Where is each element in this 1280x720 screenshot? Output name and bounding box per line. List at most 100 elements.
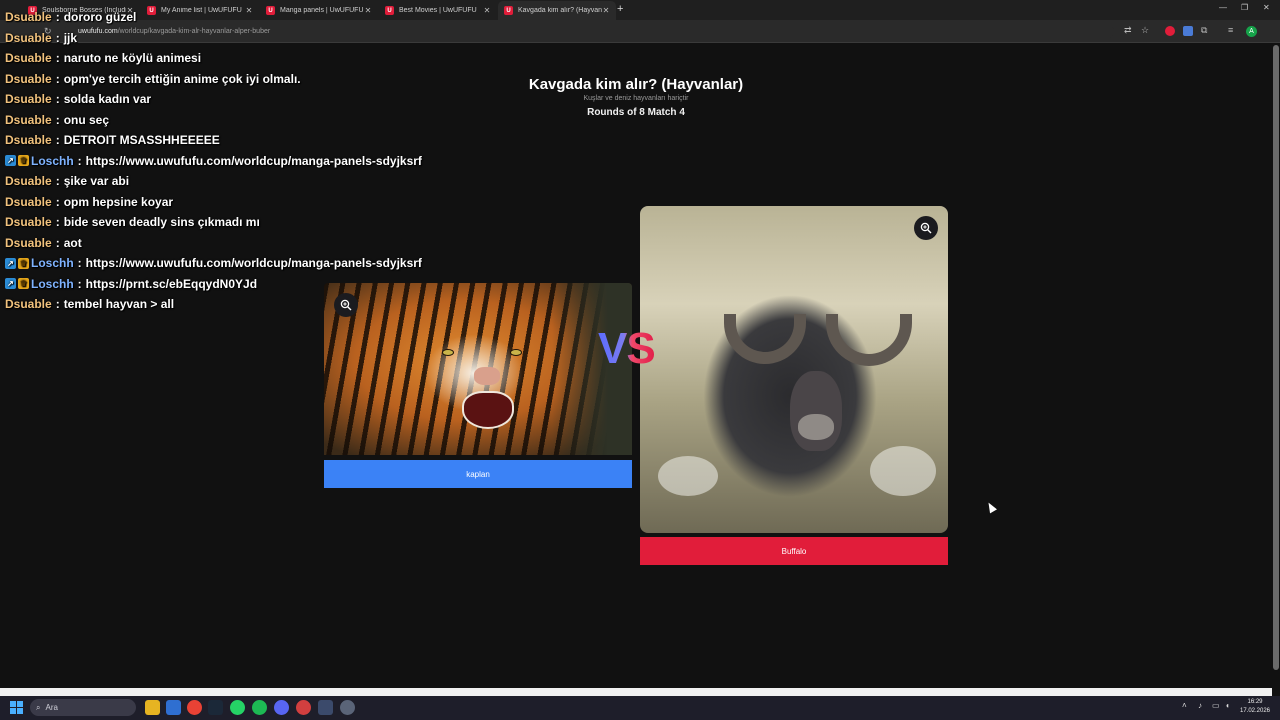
extensions-puzzle-icon[interactable]: ⧉ — [1201, 25, 1207, 36]
chrome-icon[interactable] — [187, 700, 202, 715]
chat-username[interactable]: Dsuable — [5, 297, 52, 311]
chat-separator: : — [77, 256, 82, 270]
chat-text: https://www.uwufufu.com/worldcup/manga-p… — [85, 256, 422, 270]
windows-start-icon[interactable] — [10, 701, 23, 714]
url-field[interactable]: uwufufu.com/worldcup/kavgada-kim-alr-hay… — [64, 24, 1114, 39]
chat-username[interactable]: Loschh — [31, 256, 74, 270]
browser-window: U Soulsborne Bosses (Including ... ✕ U M… — [0, 0, 1280, 720]
candidate-image-right[interactable] — [640, 206, 948, 533]
close-tab-icon[interactable]: ✕ — [245, 6, 253, 15]
chat-message: Dsuable: aot — [5, 233, 82, 253]
chat-separator: : — [55, 194, 60, 209]
chat-message: Dsuable: tembel hayvan > all — [5, 294, 174, 314]
chat-username[interactable]: Dsuable — [5, 215, 52, 229]
restore-icon[interactable]: ❐ — [1241, 3, 1248, 12]
chat-message: Dsuable: naruto ne köylü animesi — [5, 48, 201, 68]
spotify-icon[interactable] — [252, 700, 267, 715]
close-window-icon[interactable]: ✕ — [1263, 3, 1270, 12]
chat-username[interactable]: Dsuable — [5, 31, 52, 45]
system-clock[interactable]: 16:29 17.02.2026 — [1238, 698, 1272, 716]
chat-message: ↗ ♛ Loschh: https://www.uwufufu.com/worldcu… — [5, 151, 422, 171]
profile-avatar[interactable]: A — [1246, 26, 1257, 37]
chat-text: aot — [63, 235, 82, 250]
chat-username[interactable]: Dsuable — [5, 51, 52, 65]
chat-badge-icon: ↗ — [5, 257, 16, 269]
chat-separator: : — [55, 30, 60, 45]
chat-username[interactable]: Dsuable — [5, 72, 52, 86]
chat-message: Dsuable: DETROIT MSASSHHEEEEE — [5, 130, 220, 150]
chat-badge-icon: ↗ — [5, 155, 16, 166]
chat-separator: : — [55, 133, 60, 147]
chat-message: Dsuable: opm'ye tercih ettiğin anime çok … — [5, 69, 301, 89]
discord-icon[interactable] — [274, 700, 289, 715]
chat-separator: : — [55, 10, 60, 24]
chat-text: opm'ye tercih ettiğin anime çok iyi olma… — [63, 71, 301, 86]
url-host: uwufufu.com — [78, 28, 118, 35]
chat-username[interactable]: Loschh — [31, 154, 74, 168]
close-tab-icon[interactable]: ✕ — [364, 6, 372, 15]
tab-manga-panels[interactable]: U Manga panels | UwUFUFU ✕ — [260, 1, 378, 20]
media-controls-icon[interactable]: ≡ — [1228, 25, 1233, 35]
chat-message: Dsuable: jjk — [5, 28, 77, 48]
chat-message: Dsuable: bide seven deadly sins çıkmadı m… — [5, 212, 260, 232]
whatsapp-icon[interactable] — [230, 700, 245, 715]
taskbar-search[interactable]: ⌕ Ara — [30, 699, 136, 716]
chat-separator: : — [55, 297, 60, 311]
settings-gear-icon[interactable] — [340, 700, 355, 715]
tiger-eye — [510, 349, 522, 356]
chat-username[interactable]: Loschh — [31, 277, 74, 291]
bookmark-star-icon[interactable]: ☆ — [1141, 25, 1149, 36]
tab-best-movies[interactable]: U Best Movies | UwUFUFU ✕ — [379, 1, 497, 20]
taskbar-search-label: Ara — [45, 703, 58, 712]
volume-icon[interactable]: ◖ — [1225, 701, 1230, 710]
choose-right-button[interactable]: Buffalo — [640, 537, 948, 565]
extension-red-icon[interactable] — [1165, 26, 1175, 36]
extension-blue-icon[interactable] — [1183, 26, 1193, 36]
clock-time: 16:29 — [1247, 699, 1263, 705]
chat-username[interactable]: Dsuable — [5, 113, 52, 127]
buffalo-muzzle — [798, 414, 834, 440]
minimize-icon[interactable]: — — [1219, 3, 1227, 12]
translate-icon[interactable]: ⇄ — [1124, 25, 1132, 36]
steam-alt-icon[interactable] — [318, 700, 333, 715]
uwufufu-favicon-icon: U — [504, 6, 513, 15]
candidate-image-left[interactable] — [324, 283, 632, 455]
chat-username[interactable]: Dsuable — [5, 174, 52, 188]
chat-username[interactable]: Dsuable — [5, 10, 52, 24]
chat-username[interactable]: Dsuable — [5, 236, 52, 250]
close-tab-icon[interactable]: ✕ — [483, 6, 491, 15]
chat-message: ↗ ♛ Loschh: https://prnt.sc/ebEqqydN0YJd — [5, 274, 257, 294]
tray-chevron-icon[interactable]: ˄ — [1182, 701, 1187, 710]
app-red-icon[interactable] — [296, 700, 311, 715]
chat-text: naruto ne köylü animesi — [63, 51, 202, 65]
chat-separator: : — [55, 71, 60, 86]
chat-username[interactable]: Dsuable — [5, 133, 52, 147]
tab-my-anime-list[interactable]: U My Anime list | UwUFUFU ✕ — [141, 1, 259, 20]
zoom-in-icon[interactable] — [334, 293, 358, 317]
chat-username[interactable]: Dsuable — [5, 195, 52, 209]
scrollbar-thumb[interactable] — [1273, 45, 1279, 670]
tab-label: Manga panels | UwUFUFU — [280, 7, 364, 14]
file-explorer-icon[interactable] — [145, 700, 160, 715]
zoom-in-icon[interactable] — [914, 216, 938, 240]
crown-badge-icon: ♛ — [18, 155, 29, 166]
address-bar: ↻ uwufufu.com/worldcup/kavgada-kim-alr-h… — [0, 20, 1280, 43]
steam-icon[interactable] — [208, 700, 223, 715]
new-tab-icon[interactable]: + — [617, 3, 623, 15]
choose-left-button[interactable]: kaplan — [324, 460, 632, 488]
page-subtitle: Kuşlar ve deniz hayvanları hariçtir — [583, 95, 689, 102]
crown-badge-icon: ♛ — [18, 278, 29, 289]
chat-separator: : — [55, 51, 60, 65]
chat-separator: : — [55, 112, 60, 127]
chat-message: Dsuable: şike var abi — [5, 171, 129, 191]
uwufufu-favicon-icon: U — [385, 6, 394, 15]
mail-icon[interactable] — [166, 700, 181, 715]
horizontal-scrollbar[interactable] — [0, 688, 1272, 696]
url-path: /worldcup/kavgada-kim-alr-hayvanlar-alpe… — [117, 28, 271, 35]
network-icon[interactable]: ▭ — [1212, 701, 1220, 710]
close-tab-icon[interactable]: ✕ — [602, 6, 610, 15]
chat-text: jjk — [63, 30, 78, 45]
chat-username[interactable]: Dsuable — [5, 92, 52, 106]
microphone-icon[interactable]: ♪ — [1198, 701, 1202, 710]
tab-kavgada-kim-alir[interactable]: U Kavgada kim alır? (Hayvanlar) | ✕ — [498, 1, 616, 20]
